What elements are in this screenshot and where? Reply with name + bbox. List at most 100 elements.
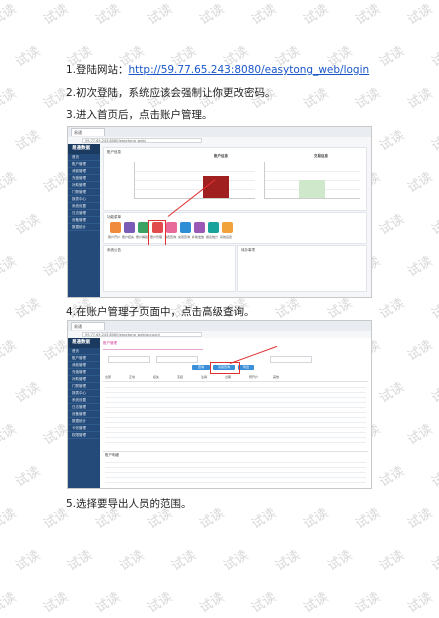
watermark-text: 试读 bbox=[377, 211, 408, 239]
watermark-text: 试读 bbox=[0, 1, 20, 29]
watermark-text: 试读 bbox=[13, 379, 44, 407]
sidebar-item[interactable]: 卡务管理 bbox=[68, 425, 100, 432]
sidebar-item[interactable]: 日志管理 bbox=[68, 404, 100, 411]
export-button[interactable]: 导出 bbox=[238, 365, 254, 370]
sidebar-item[interactable]: 权限管理 bbox=[68, 432, 100, 439]
sidebar-item[interactable]: 系统设置 bbox=[68, 203, 100, 210]
watermark-text: 试读 bbox=[429, 463, 439, 491]
watermark-text: 试读 bbox=[249, 1, 280, 29]
watermark-text: 试读 bbox=[0, 85, 20, 113]
watermark-text: 试读 bbox=[377, 127, 408, 155]
sidebar-item[interactable]: 门禁管理 bbox=[68, 383, 100, 390]
watermark-text: 试读 bbox=[13, 127, 44, 155]
status-tab[interactable]: 冻结 bbox=[177, 375, 183, 379]
sidebar-2: 易通数据 首页 账户管理 消费管理 充值管理 补助管理 门禁管理 报表中心 系统设置 日志管理设… bbox=[68, 338, 100, 488]
sidebar-item[interactable]: 报表中心 bbox=[68, 196, 100, 203]
watermark-text: 试读 bbox=[273, 547, 304, 575]
chart-right-bar bbox=[299, 180, 325, 198]
highlight-box bbox=[148, 220, 166, 246]
watermark-text: 试读 bbox=[93, 589, 124, 617]
table-row[interactable] bbox=[105, 438, 366, 443]
sidebar-item[interactable]: 门禁管理 bbox=[68, 189, 100, 196]
watermark-text: 试读 bbox=[377, 463, 408, 491]
sidebar-item[interactable]: 首页 bbox=[68, 348, 100, 355]
watermark-text: 试读 bbox=[405, 337, 436, 365]
sidebar-item[interactable]: 日志管理 bbox=[68, 210, 100, 217]
sidebar-item[interactable]: 报表中心 bbox=[68, 390, 100, 397]
watermark-text: 试读 bbox=[301, 85, 332, 113]
query-button[interactable]: 查询 bbox=[192, 365, 210, 370]
chart-left-title: 账户信息 bbox=[214, 154, 228, 158]
sidebar-item[interactable]: 设备管理 bbox=[68, 411, 100, 418]
sidebar-item[interactable]: 系统设置 bbox=[68, 397, 100, 404]
watermark-text: 试读 bbox=[249, 589, 280, 617]
app-logo: 易通数据 bbox=[68, 144, 100, 154]
sidebar-item[interactable]: 消费管理 bbox=[68, 362, 100, 369]
sidebar-item[interactable]: 账户管理 bbox=[68, 161, 100, 168]
app-label: 补助发放 bbox=[192, 235, 205, 239]
watermark-text: 试读 bbox=[377, 379, 408, 407]
sidebar-item[interactable]: 账户管理 bbox=[68, 355, 100, 362]
watermark-text: 试读 bbox=[405, 169, 436, 197]
watermark-text: 试读 bbox=[377, 43, 408, 71]
search-field-1[interactable] bbox=[108, 356, 150, 363]
main-area: 账户信息 账户信息 交易信息 功能菜单 账户开户 账户挂失 账户解挂 账户管理 消费查询… bbox=[100, 144, 371, 297]
search-field-2[interactable] bbox=[156, 356, 198, 363]
watermark-text: 试读 bbox=[405, 505, 436, 533]
login-link[interactable]: http://59.77.65.243:8080/easytong_web/lo… bbox=[129, 64, 370, 76]
notice-panel: 系统公告 bbox=[103, 245, 236, 292]
app-logo-2: 易通数据 bbox=[68, 338, 100, 348]
app-icon[interactable] bbox=[208, 222, 219, 233]
watermark-text: 试读 bbox=[0, 421, 20, 449]
watermark-text: 试读 bbox=[405, 589, 436, 617]
watermark-text: 试读 bbox=[13, 295, 44, 323]
app-icon[interactable] bbox=[110, 222, 121, 233]
screenshot-account-page: 易通 59.77.65.243:8080/easytong_web/accoun… bbox=[67, 320, 372, 489]
watermark-text: 试读 bbox=[197, 505, 228, 533]
watermark-text: 试读 bbox=[0, 337, 20, 365]
sidebar-item[interactable]: 设备管理 bbox=[68, 217, 100, 224]
status-tab[interactable]: 其他 bbox=[273, 375, 279, 379]
watermark-text: 试读 bbox=[145, 589, 176, 617]
chart-right-title: 交易信息 bbox=[314, 154, 328, 158]
status-tab[interactable]: 注销 bbox=[201, 375, 207, 379]
watermark-text: 试读 bbox=[41, 1, 72, 29]
sidebar-item[interactable]: 数据统计 bbox=[68, 224, 100, 231]
search-field-3[interactable] bbox=[270, 356, 312, 363]
highlight-box-2 bbox=[210, 362, 240, 374]
browser-url-2: 59.77.65.243:8080/easytong_web/account bbox=[82, 332, 202, 337]
sidebar-item[interactable]: 数据统计 bbox=[68, 418, 100, 425]
watermark-text: 试读 bbox=[353, 85, 384, 113]
step-1-text: 1.登陆网站： bbox=[66, 64, 129, 76]
app-icon[interactable] bbox=[222, 222, 233, 233]
watermark-text: 试读 bbox=[13, 463, 44, 491]
app-icon[interactable] bbox=[180, 222, 191, 233]
status-tab[interactable]: 挂失 bbox=[153, 375, 159, 379]
watermark-text: 试读 bbox=[429, 43, 439, 71]
status-tab[interactable]: 全部 bbox=[105, 375, 111, 379]
todo-panel-title: 待办事项 bbox=[241, 248, 255, 252]
status-tab[interactable]: 过期 bbox=[225, 375, 231, 379]
app-icon[interactable] bbox=[166, 222, 177, 233]
sidebar-item[interactable]: 首页 bbox=[68, 154, 100, 161]
app-label: 账户挂失 bbox=[122, 235, 135, 239]
app-icon[interactable] bbox=[124, 222, 135, 233]
watermark-text: 试读 bbox=[429, 547, 439, 575]
watermark-text: 试读 bbox=[117, 547, 148, 575]
sidebar-item[interactable]: 充值管理 bbox=[68, 175, 100, 182]
sidebar-item[interactable]: 补助管理 bbox=[68, 376, 100, 383]
table-row[interactable] bbox=[105, 478, 366, 483]
watermark-text: 试读 bbox=[325, 547, 356, 575]
watermark-text: 试读 bbox=[93, 1, 124, 29]
chart-right-axes bbox=[264, 162, 360, 199]
sidebar-item[interactable]: 消费管理 bbox=[68, 168, 100, 175]
status-tab[interactable]: 正常 bbox=[129, 375, 135, 379]
app-label: 报表统计 bbox=[206, 235, 219, 239]
watermark-text: 试读 bbox=[429, 127, 439, 155]
watermark-text: 试读 bbox=[65, 547, 96, 575]
app-icon[interactable] bbox=[194, 222, 205, 233]
sidebar-item[interactable]: 充值管理 bbox=[68, 369, 100, 376]
status-tab[interactable]: 预开户 bbox=[249, 375, 258, 379]
sidebar-item[interactable]: 补助管理 bbox=[68, 182, 100, 189]
watermark-text: 试读 bbox=[405, 253, 436, 281]
